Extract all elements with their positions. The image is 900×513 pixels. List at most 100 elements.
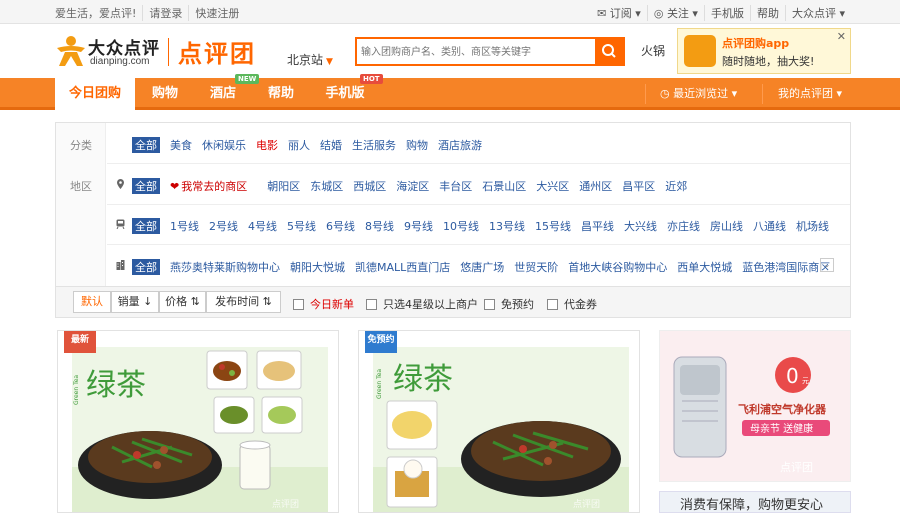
mall-all[interactable]: 全部 [132,259,160,275]
help-link[interactable]: 帮助 [751,5,786,21]
city-selector[interactable]: 北京站 ▼ [287,51,333,68]
category-item[interactable]: 结婚 [320,137,342,153]
subway-item[interactable]: 6号线 [326,218,355,234]
subway-item[interactable]: 10号线 [443,218,479,234]
nav-item-today[interactable]: 今日团购 [55,78,135,110]
region-item[interactable]: 石景山区 [482,178,526,194]
nav-item-help[interactable]: 帮助 [256,78,306,110]
voucher-checkbox[interactable]: 代金券 [547,296,597,312]
subway-item[interactable]: 房山线 [710,218,743,234]
ad-banner[interactable]: 0 元 飞利浦空气净化器 母亲节 送健康 点评团 [659,330,851,482]
category-item[interactable]: 丽人 [288,137,310,153]
deal-card[interactable]: 绿茶 Green Tea 点评团 免预约 [358,330,640,513]
mall-item[interactable]: 西单大悦城 [677,259,732,275]
region-all[interactable]: 全部 [132,178,160,194]
arrow-down-icon: ↓ [143,295,153,308]
region-item[interactable]: 东城区 [310,178,343,194]
ad-price-unit: 元 [802,377,809,385]
mobile-link[interactable]: 手机版 [705,5,751,21]
four-star-checkbox[interactable]: 只选4星级以上商户 [366,296,478,312]
mall-item[interactable]: 世贸天阶 [514,259,558,275]
register-link[interactable]: 快速注册 [189,5,245,21]
subway-item[interactable]: 大兴线 [624,218,657,234]
ad-price: 0 [786,364,799,388]
region-item[interactable]: 海淀区 [396,178,429,194]
region-item[interactable]: 昌平区 [622,178,655,194]
category-all[interactable]: 全部 [132,137,160,153]
region-item[interactable]: 西城区 [353,178,386,194]
checkbox[interactable] [484,298,495,310]
guarantee-banner[interactable]: 消费有保障，购物更安心 [659,491,851,513]
subway-item[interactable]: 4号线 [248,218,277,234]
region-item[interactable]: 丰台区 [439,178,472,194]
mall-item[interactable]: 蓝色港湾国际商区 [742,259,830,275]
card-title: 绿茶 [86,368,146,403]
my-account-menu[interactable]: 我的点评团 ▾ [778,78,842,110]
category-item[interactable]: 美食 [170,137,192,153]
nav-item-shopping[interactable]: 购物 [140,78,190,110]
sort-time-button[interactable]: 发布时间 ⇅ [206,291,281,313]
category-item[interactable]: 购物 [406,137,428,153]
top-bar: 爱生活，爱点评! 请登录 快速注册 ✉ 订阅 ▾ ◎ 关注 ▾ 手机版 帮助 大… [0,0,900,24]
favorite-region[interactable]: ❤ 我常去的商区 [170,178,257,194]
sort-default-button[interactable]: 默认 [73,291,111,313]
subway-item[interactable]: 八通线 [753,218,786,234]
subway-item[interactable]: 15号线 [535,218,571,234]
subway-item[interactable]: 亦庄线 [667,218,700,234]
category-item[interactable]: 休闲娱乐 [202,137,246,153]
category-item[interactable]: 电影 [256,137,278,153]
subway-item[interactable]: 机场线 [796,218,829,234]
subway-item[interactable]: 昌平线 [581,218,614,234]
subway-all[interactable]: 全部 [132,218,160,234]
deal-image[interactable]: 绿茶 Green Tea 点评团 [72,347,328,512]
mall-item[interactable]: 悠唐广场 [460,259,504,275]
subway-item[interactable]: 13号线 [489,218,525,234]
login-link[interactable]: 请登录 [143,5,190,21]
sort-bar: 默认 销量 ↓ 价格 ⇅ 发布时间 ⇅ 今日新单 只选4星级以上商户 免预约 代… [55,286,851,318]
region-item[interactable]: 近郊 [665,178,687,194]
region-item[interactable]: 大兴区 [536,178,569,194]
category-item[interactable]: 生活服务 [352,137,396,153]
search-button[interactable] [595,39,623,64]
sort-sales-button[interactable]: 销量 ↓ [111,291,159,313]
close-icon[interactable]: ✕ [837,30,846,43]
mall-item[interactable]: 首地大峡谷购物中心 [568,259,667,275]
subway-item[interactable]: 8号线 [365,218,394,234]
sort-price-button[interactable]: 价格 ⇅ [159,291,206,313]
today-new-checkbox[interactable]: 今日新单 [293,296,354,312]
site-menu[interactable]: 大众点评 ▾ [786,5,845,21]
nav-divider [762,84,763,104]
search-input[interactable] [361,44,593,60]
checkbox[interactable] [293,298,304,310]
app-promo-banner[interactable]: 点评团购app 随时随地，抽大奖! ✕ [677,28,851,74]
recent-viewed-menu[interactable]: ◷ 最近浏览过 ▾ [660,78,737,110]
subway-icon [116,219,125,229]
region-label: 地区 [70,180,92,193]
checkbox[interactable] [366,298,377,310]
sort-arrows-icon: ⇅ [190,295,200,308]
subway-item[interactable]: 5号线 [287,218,316,234]
follow-menu[interactable]: ◎ 关注 ▾ [648,5,705,21]
no-booking-checkbox[interactable]: 免预约 [484,296,534,312]
nav-divider [645,84,646,104]
chevron-down-icon: ▼ [326,57,333,67]
region-item[interactable]: 朝阳区 [267,178,300,194]
deal-image[interactable]: 绿茶 Green Tea 点评团 [373,347,629,512]
category-item[interactable]: 酒店旅游 [438,137,482,153]
subway-item[interactable]: 1号线 [170,218,199,234]
mall-item[interactable]: 朝阳大悦城 [290,259,345,275]
mall-item[interactable]: 凯德MALL西直门店 [355,259,450,275]
logo-icon[interactable] [55,34,87,68]
card-pinyin: Green Tea [73,375,80,405]
subway-item[interactable]: 2号线 [209,218,238,234]
expand-more-button[interactable]: ⌄ [820,258,834,272]
brand-title[interactable]: 点评团 [178,34,256,69]
region-item[interactable]: 通州区 [579,178,612,194]
subway-item[interactable]: 9号线 [404,218,433,234]
deal-card[interactable]: 绿茶 Green Tea 点评团 最新 [57,330,339,513]
category-row: 全部 美食 休闲娱乐 电影 丽人 结婚 生活服务 购物 酒店旅游 [132,137,492,153]
hot-keyword[interactable]: 火锅 [641,42,665,59]
checkbox[interactable] [547,298,558,310]
mall-item[interactable]: 燕莎奥特莱斯购物中心 [170,259,280,275]
subscribe-menu[interactable]: ✉ 订阅 ▾ [591,5,648,21]
